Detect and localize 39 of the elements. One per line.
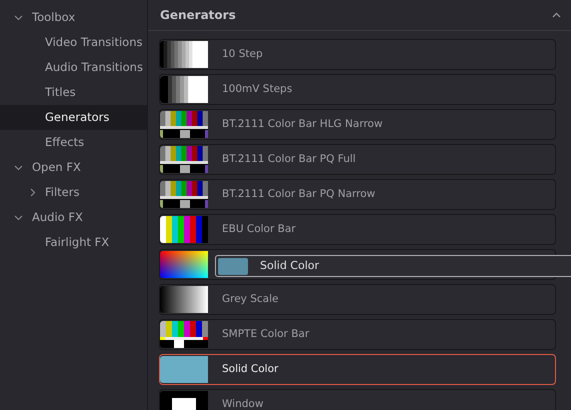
test-pattern-drawing: [160, 251, 208, 278]
generator-item[interactable]: BT.2111 Color Bar PQ Full: [159, 144, 556, 175]
color-swatch: [218, 258, 248, 274]
tree-item[interactable]: Audio Transitions: [0, 55, 147, 80]
test-pattern-drawing: [160, 286, 208, 313]
tree-item[interactable]: Open FX: [0, 155, 147, 180]
chevron-down-icon[interactable]: [14, 214, 23, 220]
generator-item[interactable]: EBU Color Bar: [159, 214, 556, 245]
chevron-right-icon[interactable]: [30, 188, 36, 197]
test-pattern-drawing: [160, 391, 208, 410]
test-pattern-drawing: [160, 146, 208, 173]
tree-item[interactable]: Audio FX: [0, 205, 147, 230]
test-pattern-drawing: [160, 76, 208, 103]
test-pattern-drawing: [160, 41, 208, 68]
test-pattern-drawing: [160, 181, 208, 208]
generator-item[interactable]: BT.2111 Color Bar PQ Narrow: [159, 179, 556, 210]
generator-item[interactable]: Solid Color: [159, 354, 556, 385]
tree-item[interactable]: Toolbox: [0, 5, 147, 30]
test-pattern-drawing: [160, 216, 208, 243]
generator-item[interactable]: Window: [159, 389, 556, 410]
panel-title: Generators: [160, 7, 236, 24]
test-pattern-drawing: [160, 321, 208, 348]
generator-item[interactable]: 10 Step: [159, 39, 556, 70]
tree-item[interactable]: Filters: [0, 180, 147, 205]
drag-label: Solid Color: [260, 258, 320, 274]
chevron-down-icon[interactable]: [14, 164, 23, 170]
tree-item[interactable]: Effects: [0, 130, 147, 155]
tree-item[interactable]: Titles: [0, 80, 147, 105]
generator-item[interactable]: 100mV Steps: [159, 74, 556, 105]
tree-item[interactable]: Generators: [0, 105, 147, 130]
chevron-down-icon[interactable]: [14, 14, 23, 20]
tree-item[interactable]: Video Transitions: [0, 30, 147, 55]
generator-item[interactable]: SMPTE Color Bar: [159, 319, 556, 350]
test-pattern-drawing: [160, 111, 208, 138]
chevron-up-icon[interactable]: [552, 12, 561, 18]
color-swatch: [160, 356, 208, 383]
generator-item[interactable]: Grey Scale: [159, 284, 556, 315]
generator-item[interactable]: BT.2111 Color Bar HLG Narrow: [159, 109, 556, 140]
tree-item[interactable]: Fairlight FX: [0, 230, 147, 255]
